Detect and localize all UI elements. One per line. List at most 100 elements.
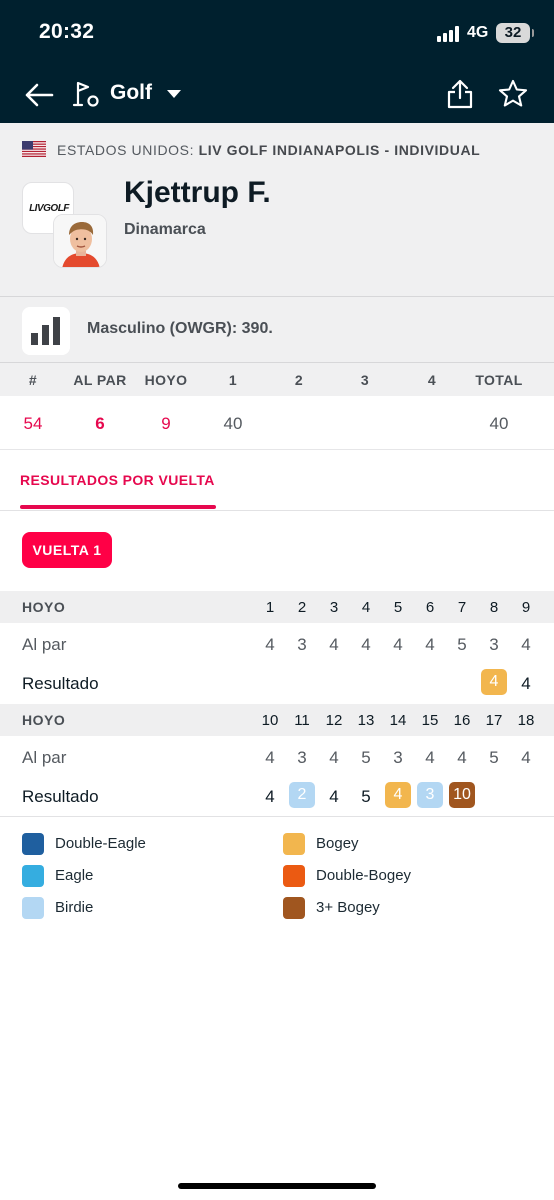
score-badge-triple-plus-bogey: 10 (449, 782, 475, 808)
hole-score: 4 (329, 787, 339, 806)
tab-divider (0, 510, 554, 511)
legend-swatch (22, 865, 44, 887)
front-nine-par-row: Al par 4 3 4 4 4 4 5 3 4 (0, 625, 554, 663)
hole-par: 4 (361, 635, 371, 654)
hole-number: 12 (325, 712, 343, 729)
hole-number: 8 (489, 599, 499, 616)
front-nine-result-row: Resultado 44 (0, 664, 554, 702)
golf-flag-icon (72, 81, 99, 107)
front-nine-header: HOYO 1 2 3 4 5 6 7 8 9 (0, 591, 554, 623)
back-nine-result-row: Resultado 4 2 4 5 4 3 10 (0, 777, 554, 815)
hole-number: 13 (357, 712, 375, 729)
legend-label: Double-Bogey (316, 867, 412, 884)
hole-par: 5 (361, 748, 371, 767)
summary-header: # AL PAR HOYO 1 2 3 4 TOTAL (0, 363, 554, 396)
summary-header-round-1: 1 (228, 372, 238, 388)
player-country: Dinamarca (124, 221, 206, 238)
hole-number: 11 (294, 712, 310, 729)
hole-number: 7 (457, 599, 467, 616)
legend-label: Double-Eagle (55, 835, 146, 852)
legend-swatch (283, 833, 305, 855)
legend-label: Eagle (55, 867, 94, 884)
summary-position: 54 (23, 414, 43, 433)
player-name: Kjettrup F. (124, 176, 271, 209)
hole-number: 3 (329, 599, 339, 616)
caret-down-icon[interactable] (166, 88, 182, 100)
summary-header-round-2: 2 (294, 372, 304, 388)
player-avatar (53, 214, 107, 268)
top-bar: 20:32 4G 32 Golf (0, 0, 554, 123)
score-badge-bogey: 4 (385, 782, 411, 808)
ranking-text: Masculino (OWGR): 390. (87, 320, 273, 337)
active-tab-indicator (20, 505, 216, 509)
hole-par: 4 (329, 635, 339, 654)
hole-par: 3 (297, 748, 307, 767)
status-time: 20:32 (39, 20, 95, 43)
hole-number: 10 (261, 712, 279, 729)
summary-header-total: TOTAL (475, 372, 523, 388)
summary-to-par: 6 (95, 414, 105, 433)
hole-label: HOYO (22, 599, 66, 615)
hole-par: 4 (329, 748, 339, 767)
us-flag-icon (22, 141, 46, 157)
hole-par: 4 (521, 748, 531, 767)
tournament-breadcrumb[interactable]: ESTADOS UNIDOS: LIV GOLF INDIANAPOLIS - … (57, 142, 480, 158)
ranking-bars-icon (22, 307, 70, 355)
score-badge-birdie: 2 (289, 782, 315, 808)
hole-number: 18 (517, 712, 535, 729)
hole-number: 9 (521, 599, 531, 616)
event-tournament: LIV GOLF INDIANAPOLIS - INDIVIDUAL (198, 142, 481, 158)
result-label: Resultado (22, 674, 99, 693)
back-arrow-icon[interactable] (22, 78, 56, 112)
hole-number: 14 (389, 712, 407, 729)
hole-number: 15 (421, 712, 439, 729)
player-photo (54, 215, 106, 267)
hole-par: 4 (425, 635, 435, 654)
hole-number: 16 (453, 712, 471, 729)
hole-par: 4 (393, 635, 403, 654)
summary-total: 40 (489, 414, 509, 433)
par-label: Al par (22, 748, 67, 767)
hole-par: 4 (425, 748, 435, 767)
hole-number: 17 (485, 712, 503, 729)
back-nine-par-row: Al par 4 3 4 5 3 4 4 5 4 (0, 738, 554, 776)
back-nine-header: HOYO 10 11 12 13 14 15 16 17 18 (0, 704, 554, 736)
home-indicator (178, 1183, 376, 1189)
summary-header-hole: HOYO (144, 372, 188, 388)
legend-divider (0, 816, 554, 817)
hole-par: 3 (489, 635, 499, 654)
liv-golf-logo: LIVGOLF (29, 203, 69, 214)
hole-par: 5 (457, 635, 467, 654)
tab-results-by-round[interactable]: RESULTADOS POR VUELTA (20, 472, 215, 488)
signal-icon (437, 26, 461, 42)
score-badge-birdie: 3 (417, 782, 443, 808)
summary-header-to-par: AL PAR (73, 372, 127, 388)
hole-par: 3 (393, 748, 403, 767)
hole-par: 4 (265, 748, 275, 767)
legend-label: Bogey (316, 835, 359, 852)
hole-par: 4 (265, 635, 275, 654)
event-country: ESTADOS UNIDOS: (57, 142, 195, 158)
ranking-row (0, 297, 554, 363)
hole-par: 4 (521, 635, 531, 654)
summary-hole: 9 (161, 414, 171, 433)
network-type: 4G (467, 24, 489, 41)
summary-round-1: 40 (223, 414, 243, 433)
star-icon[interactable] (497, 78, 529, 110)
legend-swatch (22, 833, 44, 855)
hole-number: 5 (393, 599, 403, 616)
summary-header-position: # (28, 372, 38, 388)
sport-selector-label[interactable]: Golf (110, 81, 152, 105)
round-1-button[interactable]: VUELTA 1 (22, 532, 112, 568)
score-badge-bogey: 4 (481, 669, 507, 695)
battery-icon: 32 (496, 23, 534, 43)
hole-par: 5 (489, 748, 499, 767)
legend-swatch (283, 897, 305, 919)
share-icon[interactable] (445, 78, 475, 110)
hole-score: 5 (361, 787, 371, 806)
hole-score: 4 (265, 787, 275, 806)
legend-swatch (22, 897, 44, 919)
hole-number: 1 (265, 599, 275, 616)
summary-header-round-3: 3 (360, 372, 370, 388)
hole-par: 3 (297, 635, 307, 654)
